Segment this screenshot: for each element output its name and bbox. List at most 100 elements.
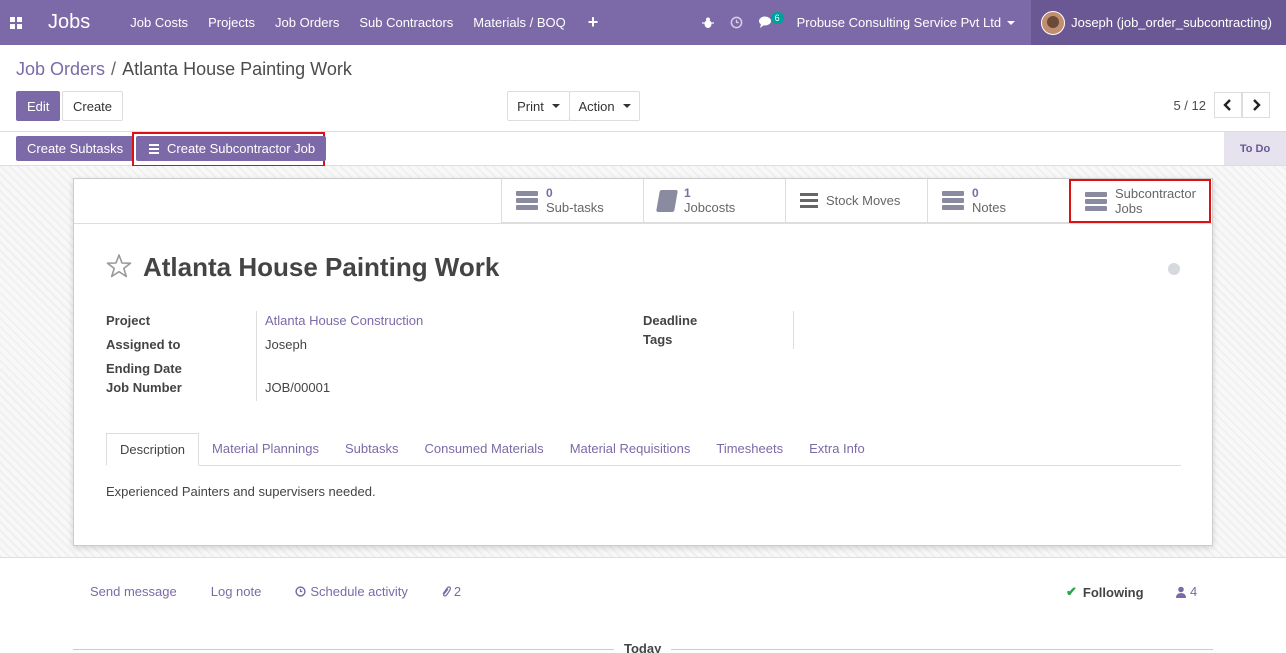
stage-to-do[interactable]: To Do	[1224, 132, 1286, 165]
tab-extra-info[interactable]: Extra Info	[796, 433, 878, 465]
menu-sub-contractors[interactable]: Sub Contractors	[349, 0, 463, 45]
chat-badge: 6	[770, 12, 784, 24]
database-icon	[1085, 191, 1107, 211]
clock-icon[interactable]	[722, 0, 751, 45]
assigned-to-value: Joseph	[265, 337, 307, 352]
action-label: Action	[578, 98, 615, 114]
jobcosts-label: Jobcosts	[684, 199, 736, 215]
company-name: Probuse Consulting Service Pvt Ltd	[796, 15, 1002, 30]
app-title: Jobs	[48, 11, 91, 33]
following-button[interactable]: ✔ Following	[1066, 584, 1144, 600]
field-divider	[793, 311, 794, 349]
deadline-label: Deadline	[643, 313, 698, 328]
stock-moves-smart-button[interactable]: Stock Moves	[785, 179, 927, 223]
user-menu[interactable]: Joseph (job_order_subcontracting)	[1031, 0, 1286, 45]
chevron-left-icon[interactable]	[1214, 92, 1242, 118]
chevron-down-icon	[551, 104, 560, 108]
notebook-tabs: Description Material Plannings Subtasks …	[106, 433, 1181, 466]
book-icon	[656, 189, 678, 212]
pager: 5 / 12	[1173, 92, 1270, 118]
create-subcontractor-job-label: Create Subcontractor Job	[167, 141, 316, 156]
paperclip-icon	[442, 585, 451, 597]
print-dropdown[interactable]: Print	[507, 91, 570, 121]
divider	[74, 223, 1212, 224]
tab-consumed-materials[interactable]: Consumed Materials	[411, 433, 556, 465]
chevron-down-icon	[1007, 20, 1016, 25]
tab-material-plannings[interactable]: Material Plannings	[199, 433, 332, 465]
apps-icon[interactable]	[0, 0, 32, 45]
chevron-down-icon	[622, 104, 631, 108]
edit-button[interactable]: Edit	[16, 91, 61, 121]
database-icon	[942, 191, 964, 210]
project-label: Project	[106, 313, 151, 328]
followers-button[interactable]: 4	[1176, 584, 1197, 599]
tab-subtasks[interactable]: Subtasks	[332, 433, 411, 465]
subtasks-label: Sub-tasks	[546, 199, 604, 215]
notes-label: Notes	[972, 199, 1006, 215]
subtasks-smart-button[interactable]: 0 Sub-tasks	[501, 179, 643, 223]
breadcrumb-current: Atlanta House Painting Work	[122, 59, 352, 79]
assigned-to-label: Assigned to	[106, 337, 181, 352]
chatter-topbar: Send message Log note Schedule activity …	[90, 584, 461, 599]
bug-icon[interactable]	[694, 0, 722, 45]
description-text: Experienced Painters and supervisers nee…	[106, 484, 376, 499]
company-switcher[interactable]: Probuse Consulting Service Pvt Ltd	[783, 15, 1032, 30]
schedule-activity-label: Schedule activity	[310, 584, 408, 599]
job-number-value: JOB/00001	[265, 380, 331, 395]
send-message-button[interactable]: Send message	[90, 584, 177, 599]
chat-icon[interactable]: 6	[751, 0, 784, 45]
menu-projects[interactable]: Projects	[198, 0, 265, 45]
star-icon[interactable]	[106, 253, 132, 279]
attachments-button[interactable]: 2	[441, 584, 461, 599]
main-menu: Job Costs Projects Job Orders Sub Contra…	[120, 0, 610, 45]
followers-count: 4	[1190, 584, 1198, 599]
chevron-right-icon[interactable]	[1242, 92, 1270, 118]
subcontractor-jobs-line2: Jobs	[1115, 201, 1143, 216]
subcontractor-jobs-line1: Subcontractor	[1115, 186, 1196, 201]
notes-smart-button[interactable]: 0 Notes	[927, 179, 1069, 223]
tab-timesheets[interactable]: Timesheets	[703, 433, 796, 465]
following-label: Following	[1082, 584, 1144, 600]
clock-icon	[295, 586, 306, 597]
print-label: Print	[517, 98, 544, 114]
form-sheet: 0 Sub-tasks 1 Jobcosts Stock Moves 0 Not…	[73, 178, 1213, 546]
list-icon	[149, 143, 159, 154]
stock-moves-label: Stock Moves	[826, 193, 901, 208]
create-subtasks-button[interactable]: Create Subtasks	[16, 136, 135, 161]
log-note-button[interactable]: Log note	[211, 584, 262, 599]
create-subcontractor-job-button[interactable]: Create Subcontractor Job	[136, 136, 327, 161]
breadcrumb: Job Orders / Atlanta House Painting Work	[16, 59, 352, 80]
database-icon	[516, 191, 538, 210]
sidebar-dropdowns: Print Action	[507, 91, 640, 121]
pager-value[interactable]: 5 / 12	[1173, 98, 1206, 113]
breadcrumb-separator: /	[111, 59, 117, 79]
statusbar: Create Subtasks Create Subcontractor Job…	[0, 131, 1286, 167]
menu-job-costs[interactable]: Job Costs	[120, 0, 198, 45]
smart-button-box: 0 Sub-tasks 1 Jobcosts Stock Moves 0 Not…	[501, 179, 1213, 223]
action-dropdown[interactable]: Action	[569, 91, 640, 121]
menu-materials-boq[interactable]: Materials / BOQ	[463, 0, 575, 45]
avatar	[1041, 10, 1066, 35]
ending-date-label: Ending Date	[106, 361, 182, 376]
subcontractor-jobs-smart-button[interactable]: Subcontractor Jobs	[1069, 179, 1211, 223]
tab-description[interactable]: Description	[106, 433, 200, 466]
breadcrumb-parent[interactable]: Job Orders	[16, 59, 105, 80]
user-name: Joseph (job_order_subcontracting)	[1071, 15, 1272, 30]
jobcosts-smart-button[interactable]: 1 Jobcosts	[643, 179, 785, 223]
project-value[interactable]: Atlanta House Construction	[265, 313, 423, 328]
kanban-state-dot[interactable]	[1168, 263, 1180, 275]
tags-label: Tags	[643, 332, 673, 347]
create-button[interactable]: Create	[62, 91, 124, 121]
check-icon: ✔	[1066, 584, 1077, 599]
record-title: Atlanta House Painting Work	[143, 252, 500, 282]
notes-count: 0	[972, 185, 979, 200]
subtasks-count: 0	[546, 185, 553, 200]
add-menu-button[interactable]: +	[576, 0, 611, 45]
job-number-label: Job Number	[106, 380, 182, 395]
bars-icon	[800, 193, 818, 208]
user-icon	[1176, 586, 1186, 598]
tab-material-requisitions[interactable]: Material Requisitions	[557, 433, 704, 465]
menu-job-orders[interactable]: Job Orders	[265, 0, 349, 45]
schedule-activity-button[interactable]: Schedule activity	[295, 584, 408, 599]
field-divider	[256, 311, 257, 401]
